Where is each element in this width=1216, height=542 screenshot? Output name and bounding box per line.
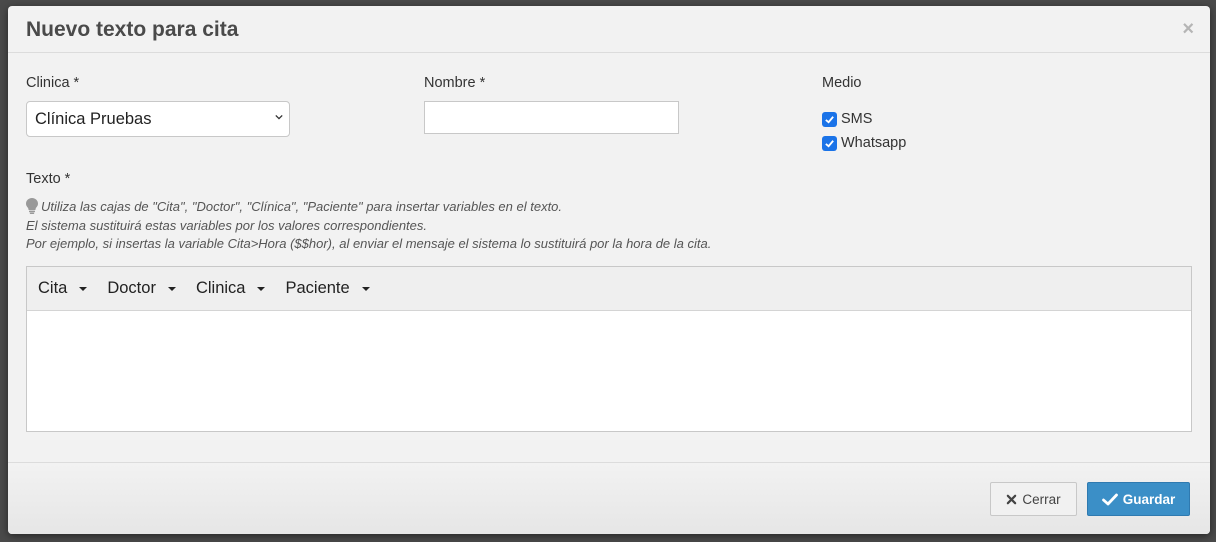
toolbar-cita-label: Cita — [38, 279, 68, 297]
toolbar-clinica-label: Clinica — [195, 279, 246, 297]
chevron-down-icon — [275, 114, 283, 120]
check-icon — [825, 139, 834, 148]
check-icon — [825, 115, 834, 124]
caret-down-icon — [361, 286, 370, 291]
editor-toolbar: Cita Doctor Clinica Paciente — [27, 267, 1191, 311]
modal-title: Nuevo texto para cita — [26, 18, 239, 41]
check-icon — [1101, 493, 1118, 505]
clinica-select-value: Clínica Pruebas — [35, 110, 152, 128]
help-text: Utiliza las cajas de "Cita", "Doctor", "… — [26, 198, 711, 254]
new-text-modal: Nuevo texto para cita × Clinica * Clínic… — [8, 6, 1210, 534]
help-line: Utiliza las cajas de "Cita", "Doctor", "… — [26, 198, 711, 217]
clinica-select[interactable]: Clínica Pruebas — [26, 101, 290, 137]
times-icon — [1007, 494, 1017, 504]
toolbar-paciente-dropdown[interactable]: Paciente — [278, 267, 382, 311]
clinica-label: Clinica * — [26, 75, 80, 91]
nombre-label: Nombre * — [424, 75, 486, 91]
toolbar-cita-dropdown[interactable]: Cita — [31, 267, 100, 311]
editor-content-area[interactable] — [27, 311, 1191, 431]
text-editor: Cita Doctor Clinica Paciente — [26, 266, 1192, 432]
whatsapp-label: Whatsapp — [841, 135, 907, 151]
sms-label: SMS — [841, 111, 873, 127]
toolbar-clinica-dropdown[interactable]: Clinica — [189, 267, 279, 311]
medio-option-whatsapp[interactable]: Whatsapp — [822, 135, 906, 151]
close-icon[interactable]: × — [1182, 19, 1194, 39]
toolbar-doctor-dropdown[interactable]: Doctor — [100, 267, 189, 311]
help-line: El sistema sustituirá estas variables po… — [26, 217, 428, 233]
medio-option-sms[interactable]: SMS — [822, 111, 872, 127]
lightbulb-icon — [26, 198, 38, 214]
modal-footer: Cerrar Guardar — [8, 462, 1210, 534]
nombre-input[interactable] — [424, 101, 679, 134]
caret-down-icon — [167, 286, 176, 291]
guardar-button-label: Guardar — [1122, 491, 1176, 507]
toolbar-doctor-label: Doctor — [107, 279, 156, 297]
caret-down-icon — [79, 286, 88, 291]
toolbar-paciente-label: Paciente — [285, 279, 350, 297]
sms-checkbox[interactable] — [822, 111, 837, 127]
cerrar-button[interactable]: Cerrar — [990, 482, 1077, 516]
cerrar-button-label: Cerrar — [1022, 491, 1061, 507]
modal-header: Nuevo texto para cita × — [8, 6, 1210, 53]
help-line: Por ejemplo, si insertas la variable Cit… — [26, 236, 712, 251]
medio-label: Medio — [822, 75, 862, 91]
texto-label: Texto * — [26, 171, 71, 187]
guardar-button[interactable]: Guardar — [1087, 482, 1190, 516]
caret-down-icon — [257, 286, 266, 291]
whatsapp-checkbox[interactable] — [822, 135, 837, 151]
